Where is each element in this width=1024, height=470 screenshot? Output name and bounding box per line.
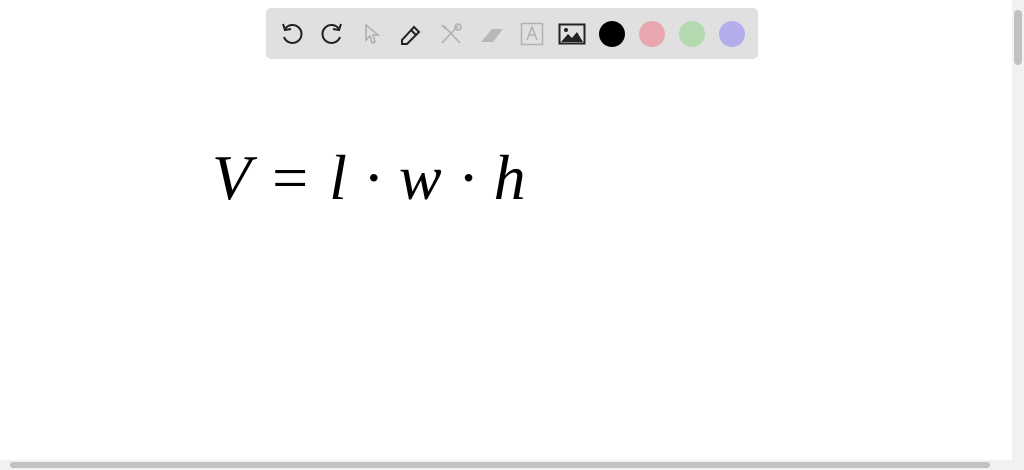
undo-icon[interactable] (278, 20, 306, 48)
color-purple-swatch[interactable] (719, 21, 745, 47)
drawing-toolbar (266, 8, 758, 59)
select-icon[interactable] (358, 20, 386, 48)
drawing-canvas[interactable]: V = l · w · h (0, 0, 1012, 460)
vertical-scroll-thumb[interactable] (1014, 10, 1022, 65)
color-green-swatch[interactable] (679, 21, 705, 47)
horizontal-scrollbar[interactable] (0, 460, 1024, 470)
redo-icon[interactable] (318, 20, 346, 48)
pen-icon[interactable] (397, 20, 425, 48)
image-icon[interactable] (558, 20, 586, 48)
vertical-scrollbar[interactable] (1012, 0, 1024, 460)
tools-icon[interactable] (437, 20, 465, 48)
eraser-icon[interactable] (478, 20, 506, 48)
text-icon[interactable] (518, 20, 546, 48)
handwritten-formula: V = l · w · h (212, 142, 527, 213)
horizontal-scroll-thumb[interactable] (10, 462, 990, 468)
color-pink-swatch[interactable] (639, 21, 665, 47)
color-black-swatch[interactable] (599, 21, 625, 47)
